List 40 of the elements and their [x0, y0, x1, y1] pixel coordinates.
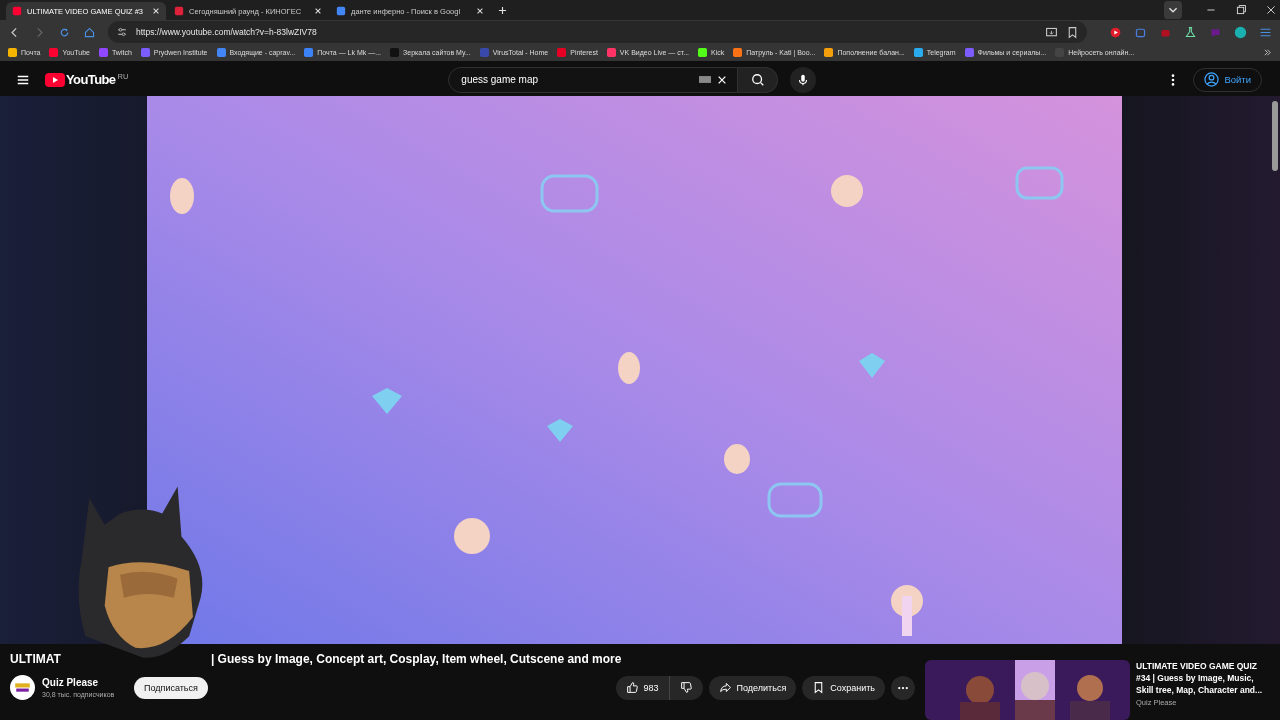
close-icon[interactable] — [152, 7, 160, 15]
thumbs-down-icon — [679, 681, 693, 694]
tab-favicon-icon — [12, 6, 22, 16]
search-field[interactable]: guess game map — [448, 66, 739, 93]
save-button[interactable]: Сохранить — [802, 675, 885, 700]
keyboard-icon[interactable] — [699, 76, 712, 84]
flask-icon[interactable] — [1184, 25, 1197, 39]
more-options-icon[interactable] — [1171, 72, 1176, 87]
channel-avatar-icon[interactable] — [10, 675, 35, 700]
extension-icon[interactable] — [1109, 25, 1122, 39]
address-bar[interactable]: https://www.youtube.com/watch?v=h-83lwZIV78 — [108, 21, 1087, 44]
new-tab-icon[interactable] — [498, 5, 507, 15]
more-icon — [897, 685, 909, 690]
video-title: ULTIMAT — [10, 652, 61, 666]
voice-search-button[interactable] — [790, 66, 817, 93]
home-icon[interactable] — [83, 25, 96, 39]
thumbs-up-icon — [625, 681, 639, 694]
search-icon — [750, 72, 765, 87]
close-icon[interactable] — [314, 7, 322, 15]
channel-name[interactable]: Quiz Please — [42, 677, 134, 688]
logo-text[interactable]: YouTube — [66, 72, 116, 88]
more-actions-button[interactable] — [891, 675, 915, 700]
site-settings-icon[interactable] — [116, 26, 128, 39]
user-icon — [1204, 72, 1220, 88]
close-icon[interactable] — [476, 7, 484, 15]
play-logo-icon[interactable] — [45, 72, 65, 87]
recommended-video-title[interactable]: ULTIMATE VIDEO GAME QUIZ #34 | Guess by Image, Music, Skill tree, Map, Character and... — [1136, 660, 1264, 696]
video-title: | Guess by Image, Concept art, Cosplay, Item wheel, Cutscene and more — [210, 652, 622, 666]
install-app-icon[interactable] — [1045, 25, 1058, 39]
profile-avatar-icon[interactable] — [1234, 25, 1247, 39]
share-button[interactable]: Поделиться — [708, 675, 797, 700]
subscribe-button[interactable]: Подписаться — [134, 676, 208, 699]
share-arrow-icon — [718, 681, 732, 694]
more-bookmarks-icon[interactable] — [1263, 48, 1272, 58]
clear-icon[interactable] — [717, 74, 728, 85]
bookmark-icon[interactable] — [1066, 25, 1079, 39]
search-button[interactable] — [738, 66, 779, 93]
tab-favicon-icon — [174, 6, 184, 16]
tab-list-icon[interactable] — [1164, 1, 1182, 19]
tab-favicon-icon — [336, 6, 346, 16]
